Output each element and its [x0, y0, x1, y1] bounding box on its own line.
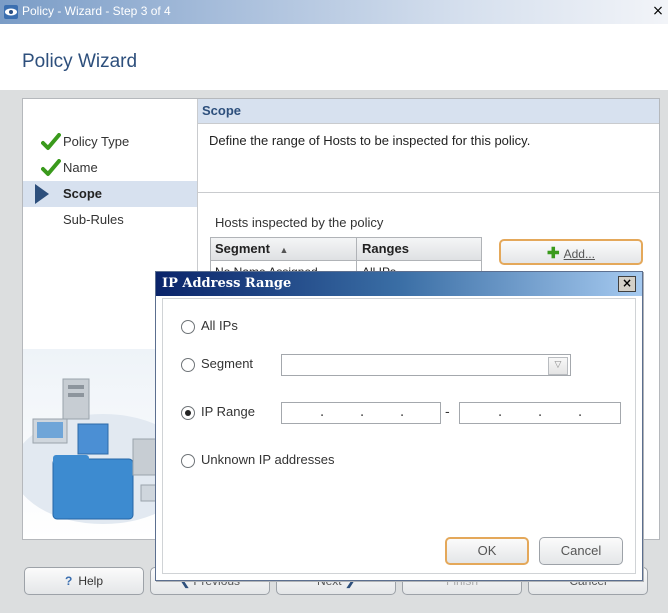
unknown-ip-radio[interactable] — [181, 454, 195, 468]
hosts-label: Hosts inspected by the policy — [215, 215, 384, 230]
plus-icon: ✚ — [547, 245, 560, 262]
window-title: Policy - Wizard - Step 3 of 4 — [22, 4, 171, 18]
column-header-ranges[interactable]: Ranges — [362, 241, 409, 256]
help-label: Help — [78, 574, 104, 588]
segment-radio[interactable] — [181, 358, 195, 372]
column-divider — [356, 238, 357, 260]
step-label: Policy Type — [63, 134, 130, 149]
dialog-content: All IPs Segment ▽ IP Range . . . - . . .… — [162, 298, 636, 574]
step-label: Sub-Rules — [63, 212, 124, 227]
dialog-title: IP Address Range — [162, 276, 292, 291]
add-button[interactable]: ✚ Add... — [499, 239, 643, 265]
window-close-icon[interactable]: × — [650, 3, 666, 19]
step-name: Name — [23, 155, 197, 181]
dialog-titlebar: IP Address Range × — [156, 272, 642, 296]
column-header-segment[interactable]: Segment ▲ — [215, 241, 288, 256]
app-eye-icon — [4, 5, 18, 19]
help-button[interactable]: ? Help — [24, 567, 144, 595]
divider — [198, 192, 659, 193]
current-step-arrow-icon — [35, 184, 49, 204]
segment-label[interactable]: Segment — [201, 356, 253, 371]
ip-range-end-input[interactable]: . . . — [459, 402, 621, 424]
check-icon — [41, 159, 61, 176]
wizard-header: Policy Wizard — [0, 24, 668, 90]
all-ips-label[interactable]: All IPs — [201, 318, 238, 333]
all-ips-radio[interactable] — [181, 320, 195, 334]
step-policy-type: Policy Type — [23, 129, 197, 155]
check-icon — [41, 133, 61, 150]
unknown-ip-label[interactable]: Unknown IP addresses — [201, 452, 334, 467]
segment-dropdown[interactable]: ▽ — [281, 354, 571, 376]
scope-section-header: Scope — [198, 99, 659, 124]
ok-label: OK — [477, 543, 497, 558]
dialog-cancel-label: Cancel — [560, 543, 602, 558]
sort-ascending-icon: ▲ — [279, 245, 289, 255]
wizard-title: Policy Wizard — [22, 51, 138, 72]
ok-button[interactable]: OK — [445, 537, 529, 565]
dialog-close-icon[interactable]: × — [618, 276, 636, 292]
step-sub-rules: Sub-Rules — [23, 207, 197, 233]
table-header: Segment ▲ Ranges — [211, 238, 481, 261]
help-icon: ? — [64, 574, 73, 588]
window-titlebar: Policy - Wizard - Step 3 of 4 × — [0, 0, 668, 24]
ip-range-label[interactable]: IP Range — [201, 404, 255, 419]
step-label: Scope — [63, 186, 103, 201]
ip-range-radio[interactable] — [181, 406, 195, 420]
range-separator: - — [445, 405, 450, 420]
step-label: Name — [63, 160, 98, 175]
scope-description: Define the range of Hosts to be inspecte… — [209, 133, 531, 148]
step-scope: Scope — [23, 181, 197, 207]
add-label: Add... — [563, 247, 595, 261]
ip-range-start-input[interactable]: . . . — [281, 402, 441, 424]
scope-title: Scope — [202, 103, 242, 118]
dialog-cancel-button[interactable]: Cancel — [539, 537, 623, 565]
ip-address-range-dialog: IP Address Range × All IPs Segment ▽ IP … — [155, 271, 643, 581]
chevron-down-icon: ▽ — [548, 357, 568, 375]
